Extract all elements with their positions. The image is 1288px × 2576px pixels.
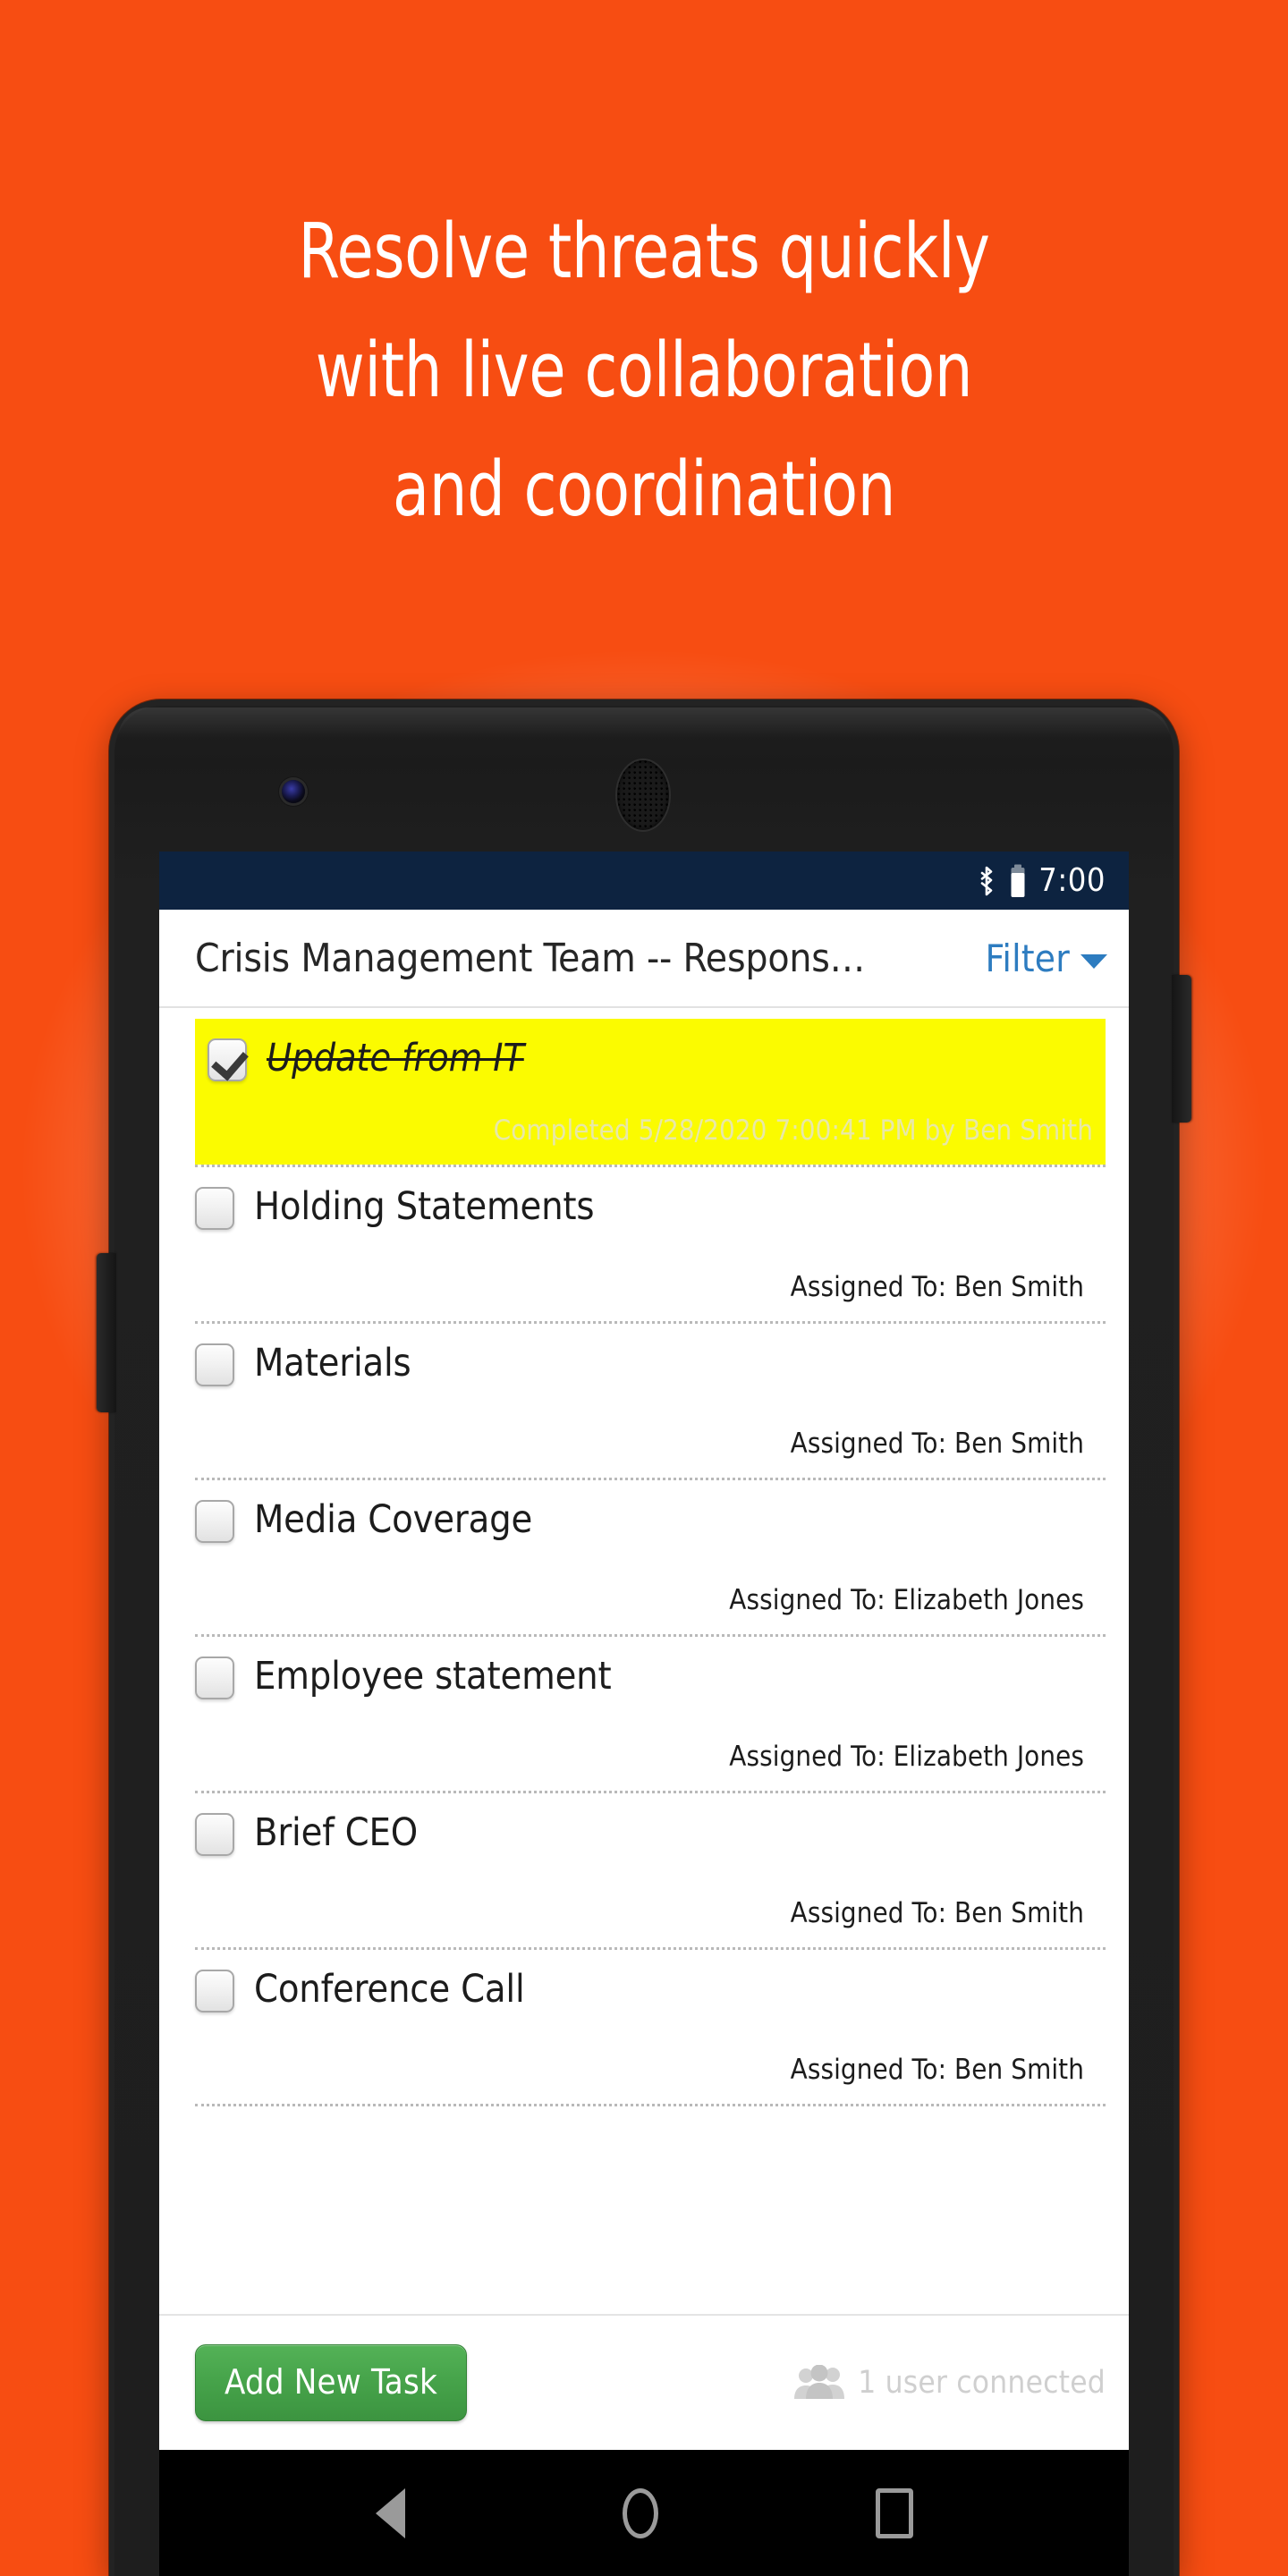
task-label: Holding Statements bbox=[254, 1184, 595, 1229]
task-row-content: Media Coverage Assigned To: Elizabeth Jon… bbox=[159, 1480, 1106, 1634]
task-row[interactable]: Conference Call Assigned To: Ben Smith bbox=[159, 1950, 1129, 2104]
task-row[interactable]: Holding Statements Assigned To: Ben Smith bbox=[159, 1167, 1129, 1321]
task-row-main: Materials bbox=[195, 1338, 1084, 1388]
recents-button-icon[interactable] bbox=[875, 2487, 913, 2538]
task-row-content: Employee statement Assigned To: Elizabeth… bbox=[159, 1637, 1106, 1791]
task-row-content: Materials Assigned To: Ben Smith bbox=[159, 1324, 1106, 1478]
task-row[interactable]: Media Coverage Assigned To: Elizabeth Jon… bbox=[159, 1480, 1129, 1634]
task-assignee-meta: Assigned To: Ben Smith bbox=[790, 1271, 1084, 1303]
task-label: Employee statement bbox=[254, 1654, 612, 1699]
promo-headline: Resolve threats quickly with live collab… bbox=[298, 208, 990, 534]
power-button[interactable] bbox=[1172, 975, 1191, 1123]
status-bar-clock: 7:00 bbox=[1038, 861, 1106, 899]
task-checkbox[interactable] bbox=[195, 1187, 234, 1230]
add-new-task-button[interactable]: Add New Task bbox=[195, 2344, 467, 2421]
task-assignee-meta: Assigned To: Elizabeth Jones bbox=[729, 1741, 1084, 1773]
home-button-icon[interactable] bbox=[622, 2487, 658, 2538]
earpiece-speaker-icon bbox=[617, 760, 669, 830]
task-assignee-meta: Assigned To: Ben Smith bbox=[790, 1897, 1084, 1929]
task-completed-meta: Completed 5/28/2020 7:00:41 PM by Ben Sm… bbox=[493, 1114, 1093, 1147]
task-row-content: Brief CEO Assigned To: Ben Smith bbox=[159, 1793, 1106, 1947]
task-assignee-meta: Assigned To: Ben Smith bbox=[790, 2054, 1084, 2086]
back-button-icon[interactable] bbox=[375, 2487, 405, 2538]
task-row-main: Holding Statements bbox=[195, 1182, 1084, 1232]
users-group-icon bbox=[794, 2365, 845, 2399]
task-assignee-meta: Assigned To: Ben Smith bbox=[790, 1428, 1084, 1460]
task-checkbox[interactable] bbox=[195, 1500, 234, 1543]
task-row-content: Holding Statements Assigned To: Ben Smith bbox=[159, 1167, 1106, 1321]
connected-users-status: 1 user connected bbox=[467, 2365, 1106, 2401]
task-row[interactable]: Update from IT Completed 5/28/2020 7:00:4… bbox=[159, 1019, 1129, 1165]
task-label: Conference Call bbox=[254, 1967, 525, 2012]
task-checkbox[interactable] bbox=[195, 1657, 234, 1699]
page-title: Crisis Management Team -- Respons… bbox=[195, 935, 866, 981]
app-footer: Add New Task 1 user connected bbox=[159, 2314, 1129, 2450]
task-list[interactable]: Update from IT Completed 5/28/2020 7:00:4… bbox=[159, 1008, 1129, 2314]
task-assignee-meta: Assigned To: Elizabeth Jones bbox=[729, 1584, 1084, 1616]
task-divider bbox=[195, 2104, 1106, 2106]
chevron-down-icon bbox=[1080, 953, 1107, 969]
task-label: Media Coverage bbox=[254, 1497, 533, 1542]
task-row-content: Update from IT Completed 5/28/2020 7:00:4… bbox=[195, 1019, 1106, 1165]
task-row[interactable]: Employee statement Assigned To: Elizabeth… bbox=[159, 1637, 1129, 1791]
task-checkbox[interactable] bbox=[195, 1343, 234, 1386]
android-navigation-bar bbox=[159, 2450, 1129, 2576]
task-row-content: Conference Call Assigned To: Ben Smith bbox=[159, 1950, 1106, 2104]
volume-button[interactable] bbox=[97, 1253, 116, 1412]
task-label: Materials bbox=[254, 1341, 411, 1385]
status-bar: 7:00 bbox=[159, 852, 1129, 910]
task-row-main: Conference Call bbox=[195, 1964, 1084, 2014]
task-label: Update from IT bbox=[267, 1036, 524, 1080]
app-header: Crisis Management Team -- Respons… Filte… bbox=[159, 910, 1129, 1008]
task-label: Brief CEO bbox=[254, 1810, 418, 1855]
filter-label: Filter bbox=[985, 936, 1070, 980]
task-row-main: Employee statement bbox=[195, 1651, 1084, 1701]
task-row-main: Update from IT bbox=[195, 1033, 1106, 1083]
bluetooth-icon bbox=[980, 866, 993, 895]
task-checkbox[interactable] bbox=[195, 1970, 234, 2012]
task-checkbox-checked[interactable] bbox=[208, 1038, 247, 1081]
task-row[interactable]: Brief CEO Assigned To: Ben Smith bbox=[159, 1793, 1129, 1947]
front-camera-icon bbox=[282, 780, 305, 803]
task-row[interactable]: Materials Assigned To: Ben Smith bbox=[159, 1324, 1129, 1478]
task-checkbox[interactable] bbox=[195, 1813, 234, 1856]
connected-users-label: 1 user connected bbox=[858, 2365, 1106, 2401]
filter-dropdown[interactable]: Filter bbox=[973, 936, 1107, 980]
task-row-main: Media Coverage bbox=[195, 1495, 1084, 1545]
task-row-main: Brief CEO bbox=[195, 1808, 1084, 1858]
battery-icon bbox=[1011, 864, 1025, 897]
phone-screen: 7:00 Crisis Management Team -- Respons… … bbox=[159, 852, 1129, 2450]
